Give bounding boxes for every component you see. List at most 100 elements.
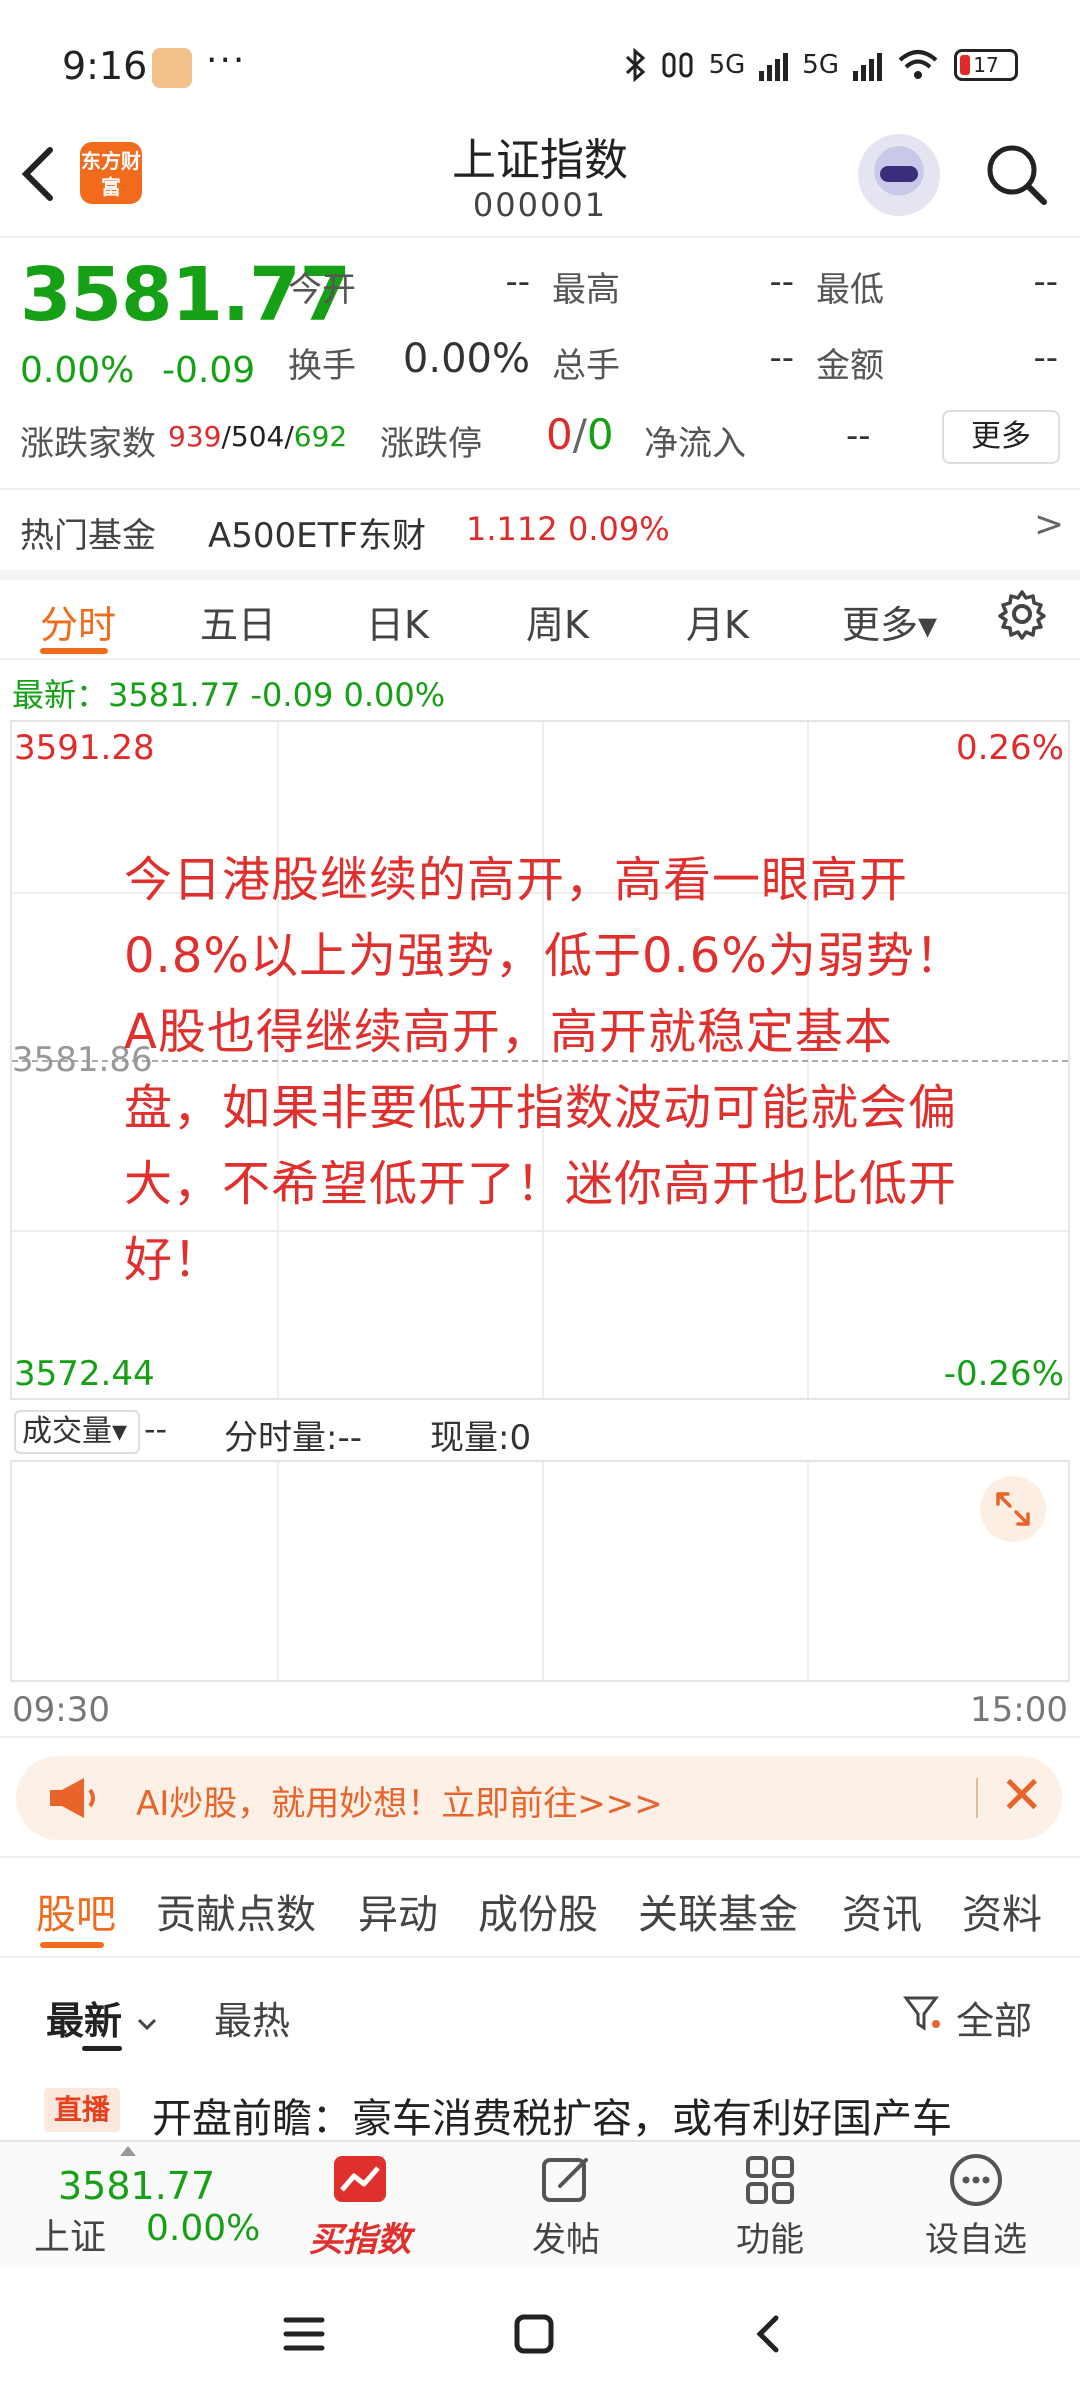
tab-contribution[interactable]: 贡献点数: [156, 1882, 316, 1940]
expand-icon: [996, 1492, 1030, 1526]
change-percent: 0.00%: [20, 350, 135, 391]
divider: [0, 1856, 1080, 1858]
bottom-toolbar: 3581.77 上证 0.00% 买指数 发帖 功能 设自选: [0, 2140, 1080, 2268]
grid-icon: [746, 2156, 794, 2204]
chart-tabs: 分时 五日 日K 周K 月K 更多▾: [0, 580, 1080, 660]
chevron-down-icon: [138, 2018, 157, 2031]
net-inflow-value: --: [846, 416, 871, 456]
more-button[interactable]: 更多: [942, 410, 1060, 464]
edit-icon: [542, 2158, 588, 2202]
post-label: 发帖: [532, 2220, 600, 2260]
open-value: --: [505, 262, 530, 302]
current-volume: 现量:0: [430, 1418, 532, 1458]
tab-constituents[interactable]: 成份股: [478, 1882, 598, 1940]
earbuds-icon: [662, 52, 693, 78]
battery-icon: 17: [954, 49, 1018, 81]
breadth-up: 939: [168, 420, 222, 453]
promo-banner[interactable]: AI炒股，就用妙想！立即前往>>> ✕: [16, 1756, 1062, 1840]
breadth-flat: 504: [230, 420, 285, 453]
system-nav-bar: [0, 2268, 1080, 2400]
gear-icon[interactable]: [996, 588, 1048, 640]
breadth-down: 692: [293, 420, 348, 453]
megaphone-icon: [50, 1778, 95, 1818]
axis-low-pct-label: -0.26%: [943, 1354, 1064, 1394]
add-watchlist-label: 设自选: [925, 2220, 1027, 2260]
filter-button[interactable]: 全部: [902, 1990, 1032, 2045]
buy-index-button[interactable]: 买指数: [290, 2152, 430, 2261]
low-value: --: [1033, 262, 1058, 302]
volume-label: 总手: [552, 346, 620, 386]
volume-indicator-select[interactable]: 成交量▾: [14, 1410, 140, 1454]
close-icon[interactable]: ✕: [1000, 1766, 1044, 1826]
signal-icon: [853, 49, 882, 81]
tab-weekly-k[interactable]: 周K: [526, 594, 589, 649]
status-indicators: 5G 5G 17: [623, 48, 1018, 82]
latest-quote-line: 最新：3581.77 -0.09 0.00%: [12, 676, 446, 714]
tab-anomaly[interactable]: 异动: [358, 1882, 438, 1940]
hot-fund-price: 1.112: [466, 510, 558, 548]
hot-fund-pct: 0.09%: [568, 510, 670, 548]
chart-trend-icon: [334, 2156, 386, 2202]
axis-high-pct-label: 0.26%: [955, 728, 1064, 768]
net-inflow-label: 净流入: [644, 424, 746, 464]
axis-low-label: 3572.44: [14, 1354, 155, 1394]
turnover-value: 0.00%: [402, 336, 530, 382]
post-button[interactable]: 发帖: [496, 2152, 636, 2261]
breadth-label: 涨跌家数: [20, 424, 156, 464]
tab-daily-k[interactable]: 日K: [366, 594, 429, 649]
wifi-icon: [898, 50, 938, 79]
minute-volume: 分时量:--: [224, 1418, 362, 1458]
search-icon[interactable]: [984, 142, 1048, 206]
filter-icon: [903, 1996, 940, 2031]
annotation-overlay-text: 今日港股继续的高开，高看一眼高开0.8%以上为强势，低于0.6%为弱势！A股也得…: [124, 852, 964, 1288]
tab-five-day[interactable]: 五日: [200, 594, 276, 649]
volume-value: --: [144, 1410, 168, 1448]
home-icon[interactable]: [512, 2312, 556, 2356]
amount-value: --: [1033, 338, 1058, 378]
breadth-counts: 939/504/692: [168, 420, 348, 453]
network-type-2: 5G: [802, 50, 839, 80]
bottom-price[interactable]: 3581.77: [58, 2164, 215, 2208]
bottom-pct[interactable]: 0.00%: [146, 2208, 260, 2249]
hot-fund-name: A500ETF东财: [208, 516, 426, 556]
limit-down: 0: [586, 410, 614, 459]
bluetooth-icon: [625, 48, 645, 82]
filter-label: 全部: [956, 1999, 1033, 2043]
status-time: 9:16: [62, 44, 148, 88]
ai-assistant-avatar[interactable]: [858, 134, 940, 216]
active-sort-indicator: [82, 2046, 122, 2051]
bottom-index-label[interactable]: 上证: [34, 2208, 106, 2260]
hot-fund-label: 热门基金: [20, 516, 156, 556]
tab-forum[interactable]: 股吧: [36, 1882, 116, 1940]
more-circle-icon: [950, 2154, 1002, 2206]
signal-icon: [759, 49, 789, 81]
change-value: -0.09: [162, 350, 256, 391]
status-bar: 9:16 ··· 5G 5G 17: [0, 0, 1080, 120]
caret-up-icon: [120, 2146, 136, 2156]
tab-monthly-k[interactable]: 月K: [686, 594, 749, 649]
promo-text: AI炒股，就用妙想！立即前往>>>: [136, 1784, 663, 1824]
app-notification-icon: [152, 48, 192, 88]
tab-profile[interactable]: 资料: [962, 1882, 1042, 1940]
menu-icon[interactable]: [282, 2314, 326, 2354]
functions-button[interactable]: 功能: [700, 2152, 840, 2261]
tab-related-funds[interactable]: 关联基金: [638, 1882, 798, 1940]
tab-news[interactable]: 资讯: [842, 1882, 922, 1940]
chevron-right-icon: >: [1034, 504, 1065, 545]
page-header: 东方财富 上证指数 000001: [0, 120, 1080, 238]
buy-index-label: 买指数: [309, 2220, 411, 2260]
sort-hot[interactable]: 最热: [214, 1990, 290, 2045]
sort-newest[interactable]: 最新: [46, 1990, 159, 2045]
sort-newest-label: 最新: [46, 1999, 123, 2043]
divider: [0, 570, 1080, 580]
add-watchlist-button[interactable]: 设自选: [906, 2152, 1046, 2261]
expand-chart-button[interactable]: [980, 1476, 1046, 1542]
tab-more[interactable]: 更多▾: [842, 594, 937, 649]
hot-fund-row[interactable]: 热门基金 A500ETF东财 1.112 0.09% >: [0, 488, 1080, 570]
volume-chart[interactable]: [10, 1460, 1070, 1682]
list-item[interactable]: 直播 开盘前瞻：豪车消费税扩容，或有利好国产车: [44, 2084, 1064, 2142]
tab-intraday[interactable]: 分时: [40, 594, 116, 649]
low-label: 最低: [816, 270, 884, 310]
back-nav-icon[interactable]: [748, 2312, 788, 2356]
active-tab-indicator: [40, 1942, 104, 1948]
